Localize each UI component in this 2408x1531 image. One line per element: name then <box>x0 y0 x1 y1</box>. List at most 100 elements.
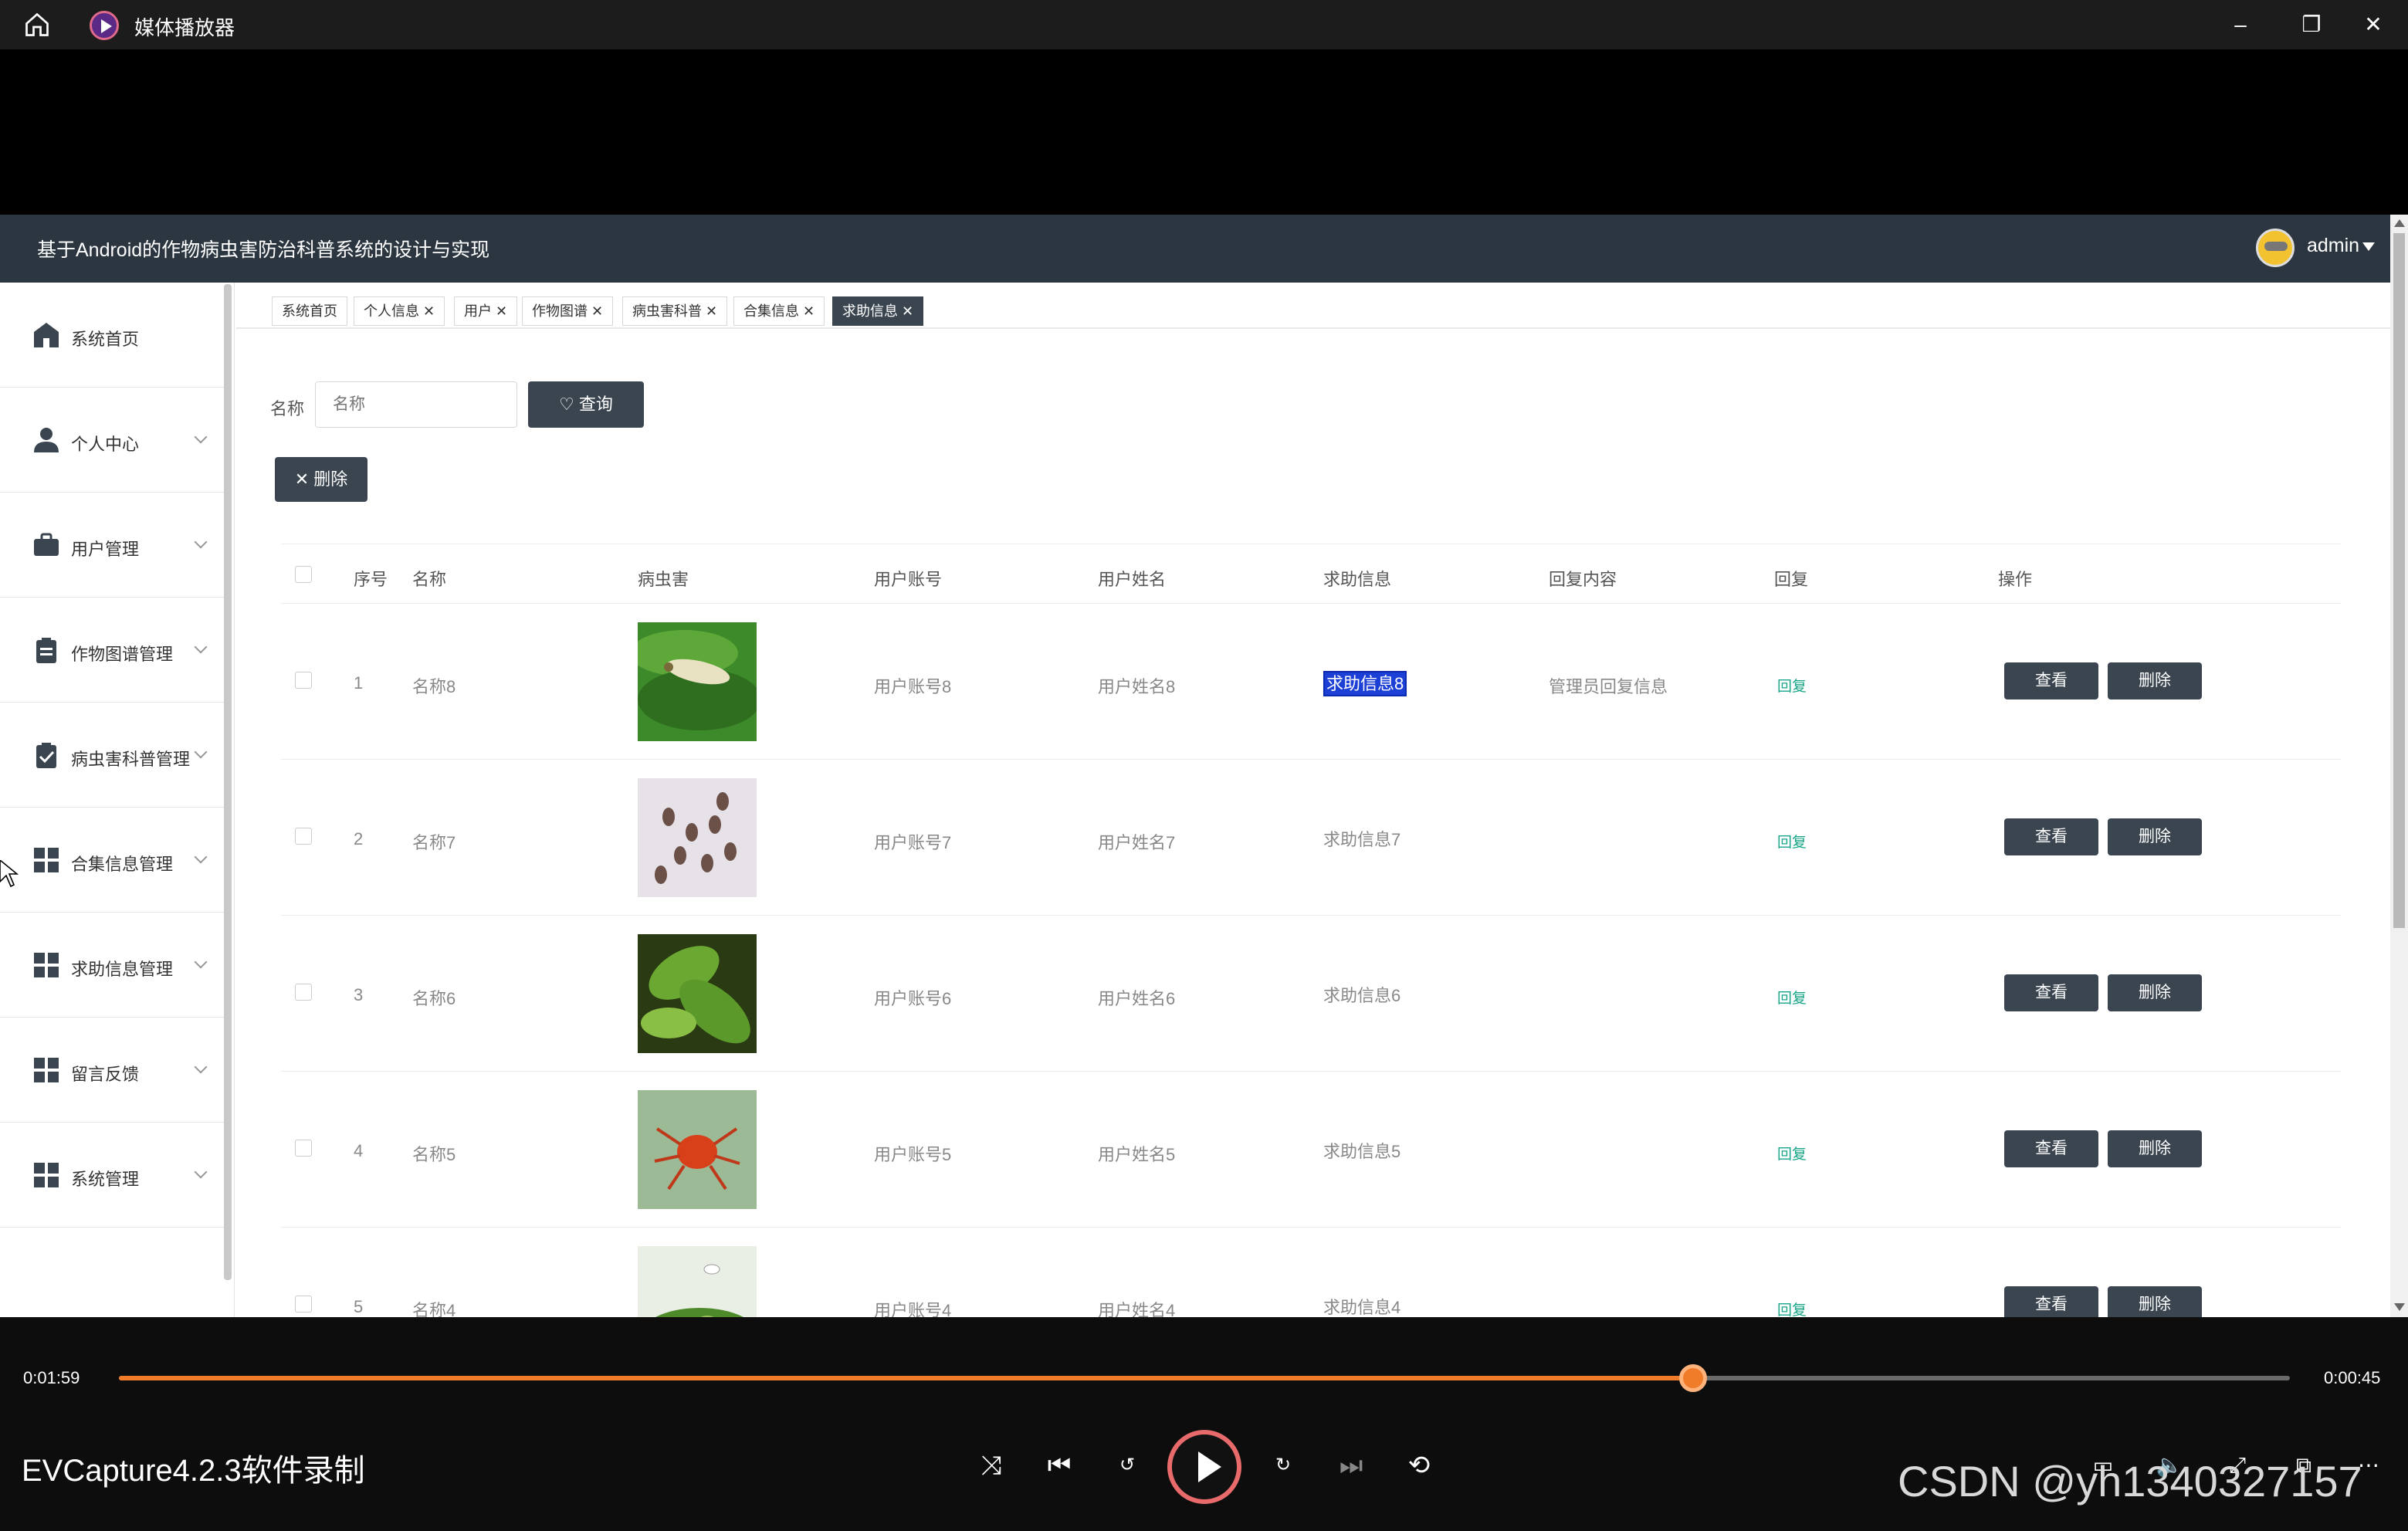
close-icon[interactable]: ✕ <box>702 303 717 319</box>
row-checkbox[interactable] <box>295 672 312 689</box>
delete-button[interactable]: 删除 <box>2108 1130 2202 1167</box>
tab[interactable]: 作物图谱 ✕ <box>522 296 614 326</box>
tab[interactable]: 个人信息 ✕ <box>354 296 445 326</box>
column-header: 操作 <box>1998 570 2033 589</box>
row-checkbox[interactable] <box>295 1140 312 1157</box>
sidebar-item-label: 系统首页 <box>71 330 140 349</box>
seek-bar[interactable] <box>119 1364 2290 1392</box>
sidebar: 系统首页个人中心 用户管理作物图谱管理 病虫害科普管理合集信息管理求助信息管理留言反… <box>0 283 235 1317</box>
delete-button[interactable]: 删除 <box>2108 974 2202 1011</box>
repeat-icon[interactable]: ⟲ <box>1402 1448 1436 1482</box>
tab[interactable]: 系统首页 <box>272 296 347 326</box>
scroll-down-icon[interactable] <box>2394 1303 2405 1311</box>
sidebar-item[interactable]: 求助信息管理 <box>0 913 224 1018</box>
bulk-delete-label: 删除 <box>313 469 348 489</box>
search-label: 名称 <box>270 399 305 418</box>
close-icon[interactable]: ✕ <box>492 303 507 319</box>
row-username: 用户姓名5 <box>1098 1145 1176 1164</box>
window-title: 媒体播放器 <box>134 16 235 39</box>
reply-link[interactable]: 回复 <box>1777 675 1807 696</box>
sidebar-item-label: 求助信息管理 <box>71 960 174 979</box>
avatar[interactable] <box>2256 229 2295 267</box>
tab-label: 病虫害科普 <box>632 303 702 319</box>
row-name: 名称8 <box>412 677 456 696</box>
sidebar-item[interactable]: 个人中心 <box>0 388 224 493</box>
row-checkbox[interactable] <box>295 1296 312 1313</box>
chevron-down-icon <box>194 1060 208 1074</box>
row-account: 用户账号7 <box>874 833 952 852</box>
column-header: 名称 <box>412 570 447 589</box>
delete-button[interactable]: 删除 <box>2108 1286 2202 1317</box>
seek-handle[interactable] <box>1678 1364 1707 1392</box>
close-icon[interactable]: ✕ <box>799 303 815 319</box>
shuffle-icon[interactable]: ⤨ <box>974 1448 1008 1482</box>
delete-button[interactable]: 删除 <box>2108 662 2202 699</box>
user-menu[interactable]: admin <box>2307 235 2359 257</box>
close-icon[interactable]: ✕ <box>419 303 435 319</box>
reply-link[interactable]: 回复 <box>1777 1143 1807 1163</box>
next-icon[interactable]: ⏭ <box>1334 1448 1368 1482</box>
user-icon <box>34 428 59 452</box>
player-controls: 0:01:59 0:00:45 EVCapture4.2.3软件录制 ⤨ ⏮ ↺… <box>0 1317 2408 1531</box>
query-button[interactable]: ♡ 查询 <box>528 381 644 428</box>
sidebar-item[interactable]: 系统管理 <box>0 1123 224 1228</box>
minimize-icon[interactable]: – <box>2223 8 2257 42</box>
row-checkbox[interactable] <box>295 828 312 845</box>
tab[interactable]: 合集信息 ✕ <box>733 296 825 326</box>
row-help-info: 求助信息6 <box>1323 982 1400 1007</box>
sidebar-item-label: 作物图谱管理 <box>71 645 174 664</box>
column-header: 序号 <box>354 570 388 589</box>
reply-link[interactable]: 回复 <box>1777 987 1807 1008</box>
sidebar-item-label: 病虫害科普管理 <box>71 750 191 769</box>
row-username: 用户姓名8 <box>1098 677 1176 696</box>
view-button[interactable]: 查看 <box>2004 974 2098 1011</box>
chevron-down-icon[interactable] <box>2362 242 2375 251</box>
pest-image[interactable] <box>638 1246 757 1317</box>
scrollbar-thumb[interactable] <box>2393 233 2405 928</box>
pest-image[interactable] <box>638 622 757 741</box>
rewind-10-icon[interactable]: ↺ <box>1110 1448 1144 1482</box>
tab[interactable]: 病虫害科普 ✕ <box>622 296 728 326</box>
home-icon[interactable] <box>23 11 51 39</box>
view-button[interactable]: 查看 <box>2004 1130 2098 1167</box>
row-index: 3 <box>354 985 364 1004</box>
column-header: 用户姓名 <box>1098 570 1167 589</box>
sidebar-item[interactable]: 作物图谱管理 <box>0 598 224 703</box>
tab[interactable]: 用户 ✕ <box>454 296 518 326</box>
pest-image[interactable] <box>638 1090 757 1209</box>
close-icon[interactable]: ✕ <box>588 303 603 319</box>
view-button[interactable]: 查看 <box>2004 662 2098 699</box>
query-button-label: 查询 <box>578 395 613 414</box>
chevron-down-icon <box>194 640 208 654</box>
pest-image[interactable] <box>638 778 757 897</box>
sidebar-item[interactable]: 病虫害科普管理 <box>0 703 224 808</box>
page-scrollbar[interactable] <box>2390 215 2408 1317</box>
column-header: 求助信息 <box>1323 570 1392 589</box>
sidebar-scrollbar[interactable] <box>224 284 232 1280</box>
close-icon[interactable]: ✕ <box>898 303 913 319</box>
play-button[interactable] <box>1167 1430 1241 1504</box>
row-checkbox[interactable] <box>295 984 312 1001</box>
pest-image[interactable] <box>638 934 757 1053</box>
restore-icon[interactable]: ❐ <box>2295 8 2328 42</box>
search-input[interactable] <box>315 381 517 428</box>
view-button[interactable]: 查看 <box>2004 818 2098 855</box>
bulk-delete-button[interactable]: ✕ 删除 <box>275 457 367 502</box>
tab[interactable]: 求助信息 ✕ <box>832 296 924 326</box>
previous-icon[interactable]: ⏮ <box>1042 1448 1076 1482</box>
sidebar-item[interactable]: 合集信息管理 <box>0 808 224 913</box>
sidebar-item[interactable]: 用户管理 <box>0 493 224 598</box>
view-button[interactable]: 查看 <box>2004 1286 2098 1317</box>
select-all-checkbox[interactable] <box>295 566 312 583</box>
forward-30-icon[interactable]: ↻ <box>1266 1448 1300 1482</box>
close-icon[interactable]: ✕ <box>2356 8 2390 42</box>
app-header: 基于Android的作物病虫害防治科普系统的设计与实现 admin <box>0 215 2390 283</box>
tab-label: 作物图谱 <box>532 303 588 319</box>
scroll-up-icon[interactable] <box>2394 219 2405 227</box>
column-header: 病虫害 <box>638 570 689 589</box>
reply-link[interactable]: 回复 <box>1777 1299 1807 1317</box>
sidebar-item[interactable]: 留言反馈 <box>0 1018 224 1123</box>
delete-button[interactable]: 删除 <box>2108 818 2202 855</box>
reply-link[interactable]: 回复 <box>1777 831 1807 852</box>
sidebar-item[interactable]: 系统首页 <box>0 283 224 388</box>
